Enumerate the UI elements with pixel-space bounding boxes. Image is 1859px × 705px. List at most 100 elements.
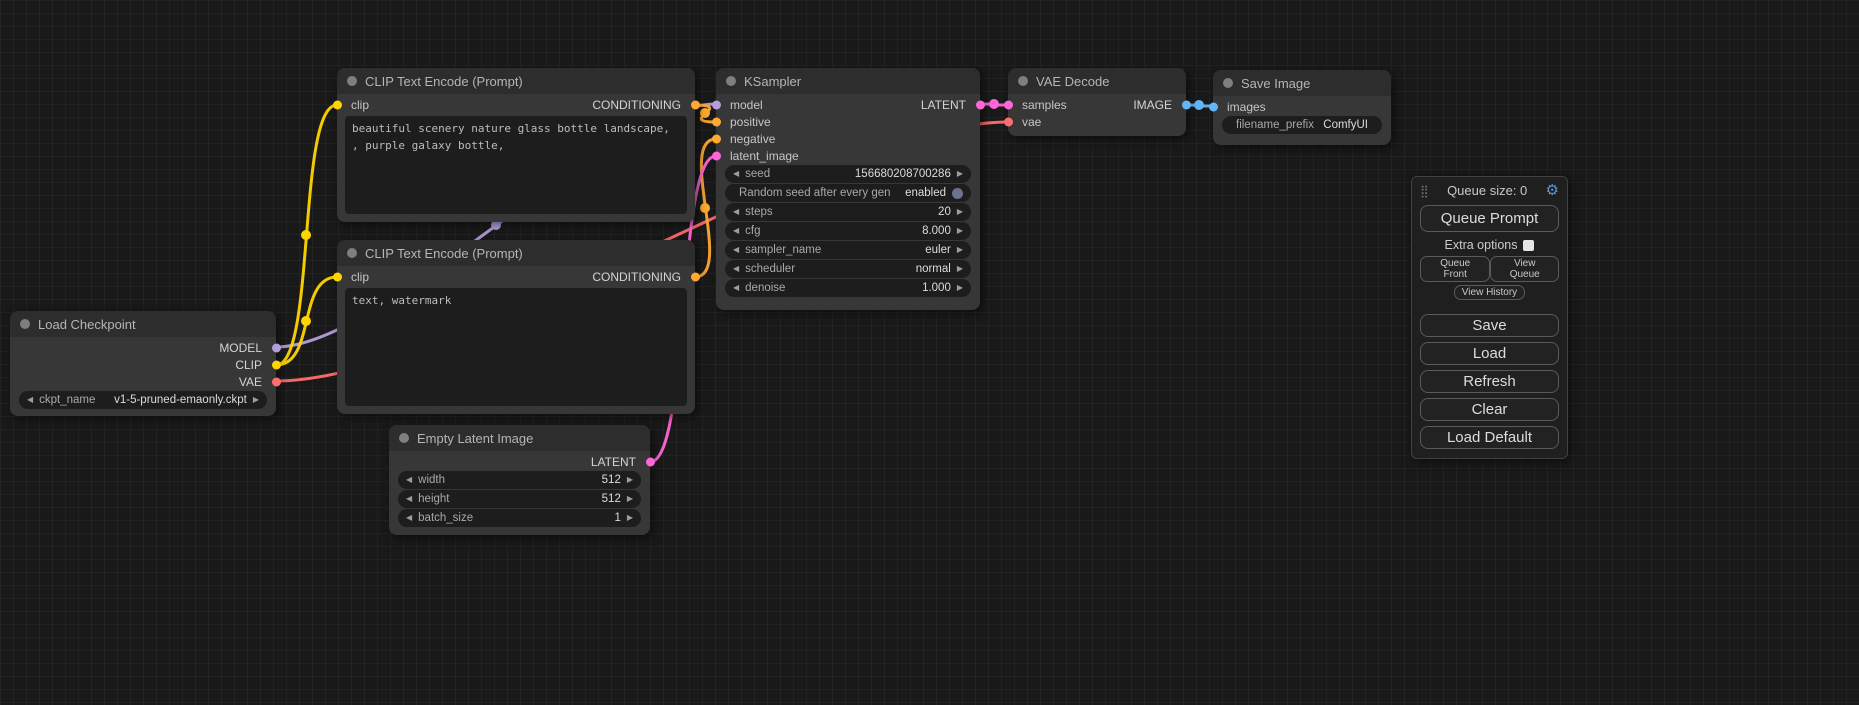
node-title-bar[interactable]: VAE Decode [1008, 68, 1186, 94]
view-history-button[interactable]: View History [1454, 285, 1525, 300]
settings-gear-icon[interactable]: ⚙ [1546, 183, 1559, 198]
node-clip-text-encode-negative[interactable]: CLIP Text Encode (Prompt) clip CONDITION… [337, 240, 695, 414]
random-seed-toggle-widget[interactable]: Random seed after every gen enabled [725, 184, 971, 202]
clear-button[interactable]: Clear [1420, 398, 1559, 421]
decrement-arrow-icon[interactable]: ◀ [733, 284, 739, 292]
refresh-button[interactable]: Refresh [1420, 370, 1559, 393]
node-title-bar[interactable]: CLIP Text Encode (Prompt) [337, 240, 695, 266]
node-load-checkpoint[interactable]: Load Checkpoint MODEL CLIP VAE ◀ ckpt_na… [10, 311, 276, 416]
widget-label: filename_prefix [1236, 119, 1314, 131]
view-history-row: View History [1420, 285, 1559, 300]
collapse-dot-icon[interactable] [20, 319, 30, 329]
node-ksampler[interactable]: KSampler model LATENT positive negative … [716, 68, 980, 310]
increment-arrow-icon[interactable]: ▶ [627, 476, 633, 484]
ckpt-name-widget[interactable]: ◀ ckpt_name v1-5-pruned-emaonly.ckpt ▶ [19, 391, 267, 409]
batch-size-widget[interactable]: ◀ batch_size 1 ▶ [398, 509, 641, 527]
next-arrow-icon[interactable]: ▶ [253, 396, 259, 404]
width-widget[interactable]: ◀ width 512 ▶ [398, 471, 641, 489]
latent-output-dot[interactable] [646, 457, 655, 466]
negative-input-dot[interactable] [712, 134, 721, 143]
increment-arrow-icon[interactable]: ▶ [627, 495, 633, 503]
increment-arrow-icon[interactable]: ▶ [957, 208, 963, 216]
denoise-widget[interactable]: ◀ denoise 1.000 ▶ [725, 279, 971, 297]
node-empty-latent-image[interactable]: Empty Latent Image LATENT ◀ width 512 ▶ … [389, 425, 650, 535]
image-output-dot[interactable] [1182, 100, 1191, 109]
prev-arrow-icon[interactable]: ◀ [27, 396, 33, 404]
latent-output-dot[interactable] [976, 100, 985, 109]
node-save-image[interactable]: Save Image images filename_prefix ComfyU… [1213, 70, 1391, 145]
drag-handle-icon[interactable]: ⣿ [1420, 184, 1429, 198]
decrement-arrow-icon[interactable]: ◀ [406, 476, 412, 484]
decrement-arrow-icon[interactable]: ◀ [733, 227, 739, 235]
collapse-dot-icon[interactable] [726, 76, 736, 86]
increment-arrow-icon[interactable]: ▶ [627, 514, 633, 522]
height-widget[interactable]: ◀ height 512 ▶ [398, 490, 641, 508]
decrement-arrow-icon[interactable]: ◀ [406, 495, 412, 503]
cfg-widget[interactable]: ◀ cfg 8.000 ▶ [725, 222, 971, 240]
widget-value: ComfyUI [1323, 119, 1368, 131]
seed-widget[interactable]: ◀ seed 156680208700286 ▶ [725, 165, 971, 183]
load-default-button[interactable]: Load Default [1420, 426, 1559, 449]
node-graph-canvas[interactable]: Load Checkpoint MODEL CLIP VAE ◀ ckpt_na… [0, 0, 1859, 705]
widget-value: 1 [614, 512, 620, 524]
samples-input-dot[interactable] [1004, 100, 1013, 109]
slot-label: CLIP [235, 358, 262, 372]
node-vae-decode[interactable]: VAE Decode samples IMAGE vae [1008, 68, 1186, 136]
steps-widget[interactable]: ◀ steps 20 ▶ [725, 203, 971, 221]
node-clip-text-encode-positive[interactable]: CLIP Text Encode (Prompt) clip CONDITION… [337, 68, 695, 222]
next-arrow-icon[interactable]: ▶ [957, 246, 963, 254]
node-title-bar[interactable]: Save Image [1213, 70, 1391, 96]
increment-arrow-icon[interactable]: ▶ [957, 170, 963, 178]
sampler-name-widget[interactable]: ◀ sampler_name euler ▶ [725, 241, 971, 259]
collapse-dot-icon[interactable] [347, 248, 357, 258]
collapse-dot-icon[interactable] [1018, 76, 1028, 86]
slot-label: LATENT [591, 455, 636, 469]
scheduler-widget[interactable]: ◀ scheduler normal ▶ [725, 260, 971, 278]
slot-row-samples-image: samples IMAGE [1008, 96, 1186, 113]
queue-front-button[interactable]: Queue Front [1420, 256, 1490, 282]
decrement-arrow-icon[interactable]: ◀ [406, 514, 412, 522]
prev-arrow-icon[interactable]: ◀ [733, 265, 739, 273]
widget-value: 512 [602, 474, 621, 486]
collapse-dot-icon[interactable] [347, 76, 357, 86]
positive-prompt-input[interactable]: beautiful scenery nature glass bottle la… [345, 116, 687, 214]
conditioning-output-dot[interactable] [691, 100, 700, 109]
view-queue-button[interactable]: View Queue [1490, 256, 1559, 282]
node-title-bar[interactable]: KSampler [716, 68, 980, 94]
clip-input-dot[interactable] [333, 100, 342, 109]
clip-output-dot[interactable] [272, 360, 281, 369]
queue-prompt-button[interactable]: Queue Prompt [1420, 205, 1559, 232]
queue-size-label: Queue size: 0 [1429, 183, 1546, 198]
increment-arrow-icon[interactable]: ▶ [957, 284, 963, 292]
vae-input-dot[interactable] [1004, 117, 1013, 126]
decrement-arrow-icon[interactable]: ◀ [733, 170, 739, 178]
increment-arrow-icon[interactable]: ▶ [957, 227, 963, 235]
widget-value: 8.000 [922, 225, 951, 237]
conditioning-output-dot[interactable] [691, 272, 700, 281]
toggle-knob[interactable] [952, 188, 963, 199]
prev-arrow-icon[interactable]: ◀ [733, 246, 739, 254]
slot-label: latent_image [730, 149, 799, 163]
images-input-dot[interactable] [1209, 102, 1218, 111]
output-slot-model: MODEL [10, 339, 276, 356]
widget-value: enabled [905, 187, 946, 199]
widget-label: ckpt_name [39, 394, 95, 406]
latent-image-input-dot[interactable] [712, 151, 721, 160]
decrement-arrow-icon[interactable]: ◀ [733, 208, 739, 216]
collapse-dot-icon[interactable] [399, 433, 409, 443]
clip-input-dot[interactable] [333, 272, 342, 281]
model-output-dot[interactable] [272, 343, 281, 352]
save-button[interactable]: Save [1420, 314, 1559, 337]
node-title-bar[interactable]: CLIP Text Encode (Prompt) [337, 68, 695, 94]
filename-prefix-widget[interactable]: filename_prefix ComfyUI [1222, 116, 1382, 134]
node-title-bar[interactable]: Load Checkpoint [10, 311, 276, 337]
model-input-dot[interactable] [712, 100, 721, 109]
node-title-bar[interactable]: Empty Latent Image [389, 425, 650, 451]
positive-input-dot[interactable] [712, 117, 721, 126]
negative-prompt-input[interactable]: text, watermark [345, 288, 687, 406]
load-button[interactable]: Load [1420, 342, 1559, 365]
next-arrow-icon[interactable]: ▶ [957, 265, 963, 273]
collapse-dot-icon[interactable] [1223, 78, 1233, 88]
vae-output-dot[interactable] [272, 377, 281, 386]
extra-options-checkbox[interactable] [1523, 240, 1534, 251]
